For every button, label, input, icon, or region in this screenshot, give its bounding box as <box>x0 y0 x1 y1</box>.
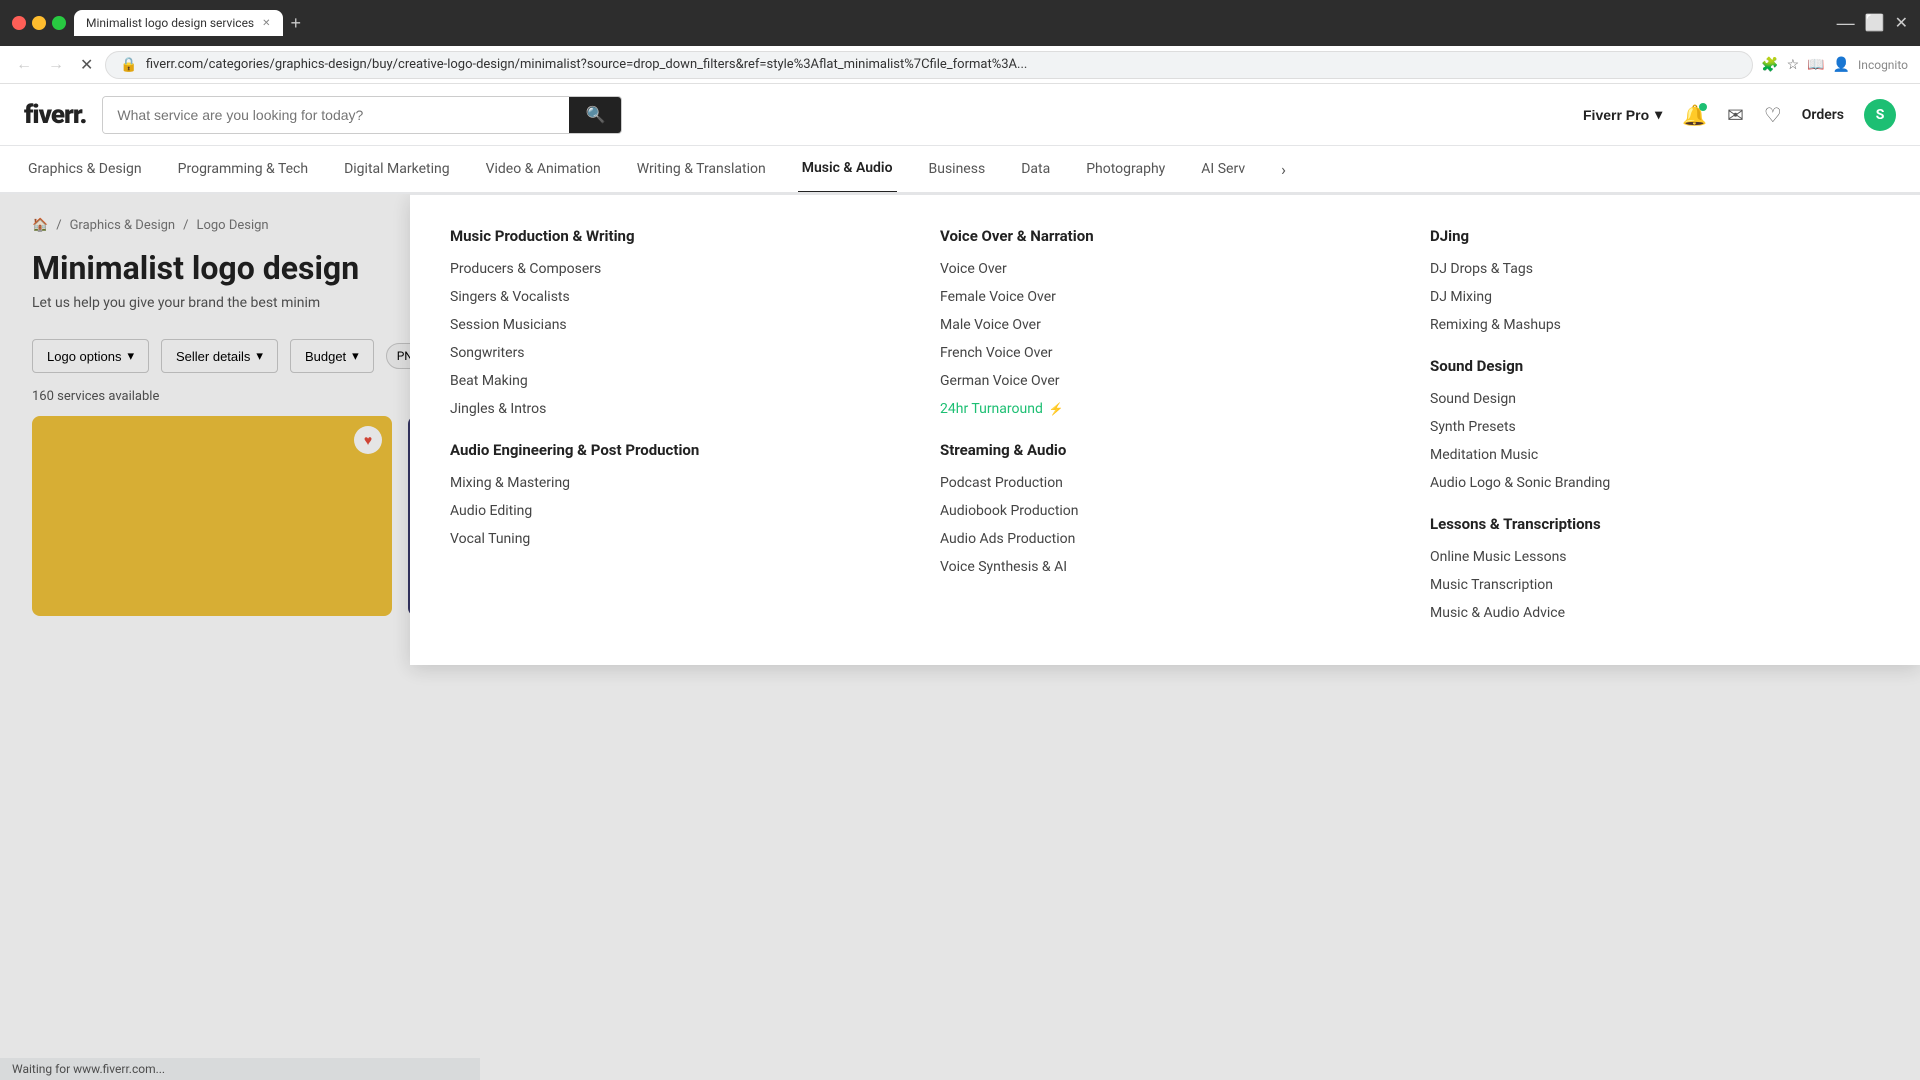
notifications-icon[interactable]: 🔔 <box>1682 103 1707 127</box>
window-controls <box>12 16 66 30</box>
nav-more-icon[interactable]: › <box>1281 160 1286 179</box>
page-area: 🏠 / Graphics & Design / Logo Design Mini… <box>0 194 1920 1080</box>
close-browser-button[interactable]: ✕ <box>1895 13 1908 33</box>
browser-chrome: Minimalist logo design services ✕ + — ⬜ … <box>0 0 1920 46</box>
forward-button[interactable]: → <box>44 52 68 78</box>
active-tab[interactable]: Minimalist logo design services ✕ <box>74 10 283 36</box>
browser-actions: 🧩 ☆ 📖 👤 Incognito <box>1761 56 1908 73</box>
logo-dot: . <box>80 100 87 130</box>
menu-item-jingles[interactable]: Jingles & Intros <box>450 401 900 417</box>
search-bar: 🔍 <box>102 96 622 134</box>
lock-icon: 🔒 <box>120 57 137 73</box>
menu-item-podcast[interactable]: Podcast Production <box>940 475 1390 491</box>
menu-col-3: DJing DJ Drops & Tags DJ Mixing Remixing… <box>1430 227 1880 633</box>
menu-item-synth-presets[interactable]: Synth Presets <box>1430 419 1880 435</box>
extensions-button[interactable]: 🧩 <box>1761 56 1778 73</box>
url-text: fiverr.com/categories/graphics-design/bu… <box>146 57 1738 72</box>
minimize-window-button[interactable] <box>32 16 46 30</box>
menu-col-1: Music Production & Writing Producers & C… <box>450 227 900 633</box>
url-bar[interactable]: 🔒 fiverr.com/categories/graphics-design/… <box>105 51 1753 79</box>
lessons-transcriptions-title: Lessons & Transcriptions <box>1430 515 1880 533</box>
menu-item-24hr[interactable]: 24hr Turnaround ⚡ <box>940 401 1390 417</box>
nav-item-digital-marketing[interactable]: Digital Marketing <box>340 146 453 193</box>
menu-item-female-voice[interactable]: Female Voice Over <box>940 289 1390 305</box>
nav-bar: Graphics & Design Programming & Tech Dig… <box>0 146 1920 194</box>
streaming-audio-title: Streaming & Audio <box>940 441 1390 459</box>
menu-item-dj-drops[interactable]: DJ Drops & Tags <box>1430 261 1880 277</box>
nav-item-programming[interactable]: Programming & Tech <box>174 146 312 193</box>
menu-item-dj-mixing[interactable]: DJ Mixing <box>1430 289 1880 305</box>
fiverr-logo[interactable]: fiverr. <box>24 100 86 130</box>
reader-button[interactable]: 📖 <box>1807 56 1824 73</box>
voice-over-title: Voice Over & Narration <box>940 227 1390 245</box>
reload-button[interactable]: ✕ <box>76 51 97 79</box>
menu-item-meditation-music[interactable]: Meditation Music <box>1430 447 1880 463</box>
menu-item-sound-design[interactable]: Sound Design <box>1430 391 1880 407</box>
menu-item-audio-ads[interactable]: Audio Ads Production <box>940 531 1390 547</box>
menu-item-beat-making[interactable]: Beat Making <box>450 373 900 389</box>
menu-item-remixing[interactable]: Remixing & Mashups <box>1430 317 1880 333</box>
profile-button[interactable]: 👤 <box>1833 56 1850 73</box>
menu-item-french-voice[interactable]: French Voice Over <box>940 345 1390 361</box>
audio-engineering-title: Audio Engineering & Post Production <box>450 441 900 459</box>
music-production-title: Music Production & Writing <box>450 227 900 245</box>
nav-item-video[interactable]: Video & Animation <box>482 146 605 193</box>
orders-button[interactable]: Orders <box>1802 107 1844 123</box>
tab-close-icon[interactable]: ✕ <box>262 18 270 29</box>
menu-item-audiobook[interactable]: Audiobook Production <box>940 503 1390 519</box>
site-header: fiverr. 🔍 Fiverr Pro ▾ 🔔 ✉ ♡ Orders S <box>0 84 1920 146</box>
minimize-browser-button[interactable]: — <box>1837 13 1855 34</box>
address-bar: ← → ✕ 🔒 fiverr.com/categories/graphics-d… <box>0 46 1920 84</box>
sound-design-title: Sound Design <box>1430 357 1880 375</box>
nav-item-writing[interactable]: Writing & Translation <box>633 146 770 193</box>
back-button[interactable]: ← <box>12 52 36 78</box>
nav-item-photography[interactable]: Photography <box>1082 146 1169 193</box>
nav-item-music[interactable]: Music & Audio <box>798 146 897 193</box>
header-right: Fiverr Pro ▾ 🔔 ✉ ♡ Orders S <box>1583 99 1896 131</box>
menu-item-vocal-tuning[interactable]: Vocal Tuning <box>450 531 900 547</box>
nav-item-ai[interactable]: AI Serv <box>1197 146 1249 193</box>
menu-item-producers[interactable]: Producers & Composers <box>450 261 900 277</box>
nav-item-business[interactable]: Business <box>925 146 990 193</box>
bookmark-button[interactable]: ☆ <box>1787 56 1800 73</box>
menu-item-audio-editing[interactable]: Audio Editing <box>450 503 900 519</box>
menu-item-music-advice[interactable]: Music & Audio Advice <box>1430 605 1880 621</box>
menu-item-session-musicians[interactable]: Session Musicians <box>450 317 900 333</box>
maximize-window-button[interactable] <box>52 16 66 30</box>
incognito-label: Incognito <box>1858 58 1908 72</box>
menu-item-songwriters[interactable]: Songwriters <box>450 345 900 361</box>
close-window-button[interactable] <box>12 16 26 30</box>
menu-item-german-voice[interactable]: German Voice Over <box>940 373 1390 389</box>
nav-item-data[interactable]: Data <box>1017 146 1054 193</box>
avatar[interactable]: S <box>1864 99 1896 131</box>
fiverr-pro-button[interactable]: Fiverr Pro ▾ <box>1583 106 1662 123</box>
tab-bar: Minimalist logo design services ✕ + <box>74 10 1829 36</box>
fiverr-pro-label: Fiverr Pro <box>1583 107 1649 123</box>
menu-item-voice-synthesis[interactable]: Voice Synthesis & AI <box>940 559 1390 575</box>
menu-item-voice-over[interactable]: Voice Over <box>940 261 1390 277</box>
menu-item-online-lessons[interactable]: Online Music Lessons <box>1430 549 1880 565</box>
menu-item-singers[interactable]: Singers & Vocalists <box>450 289 900 305</box>
chevron-down-icon: ▾ <box>1655 106 1662 123</box>
messages-icon[interactable]: ✉ <box>1727 103 1744 127</box>
menu-item-mixing[interactable]: Mixing & Mastering <box>450 475 900 491</box>
logo-text: fiverr <box>24 100 80 130</box>
menu-col-2: Voice Over & Narration Voice Over Female… <box>940 227 1390 633</box>
notification-dot <box>1699 103 1707 111</box>
lightning-icon: ⚡ <box>1049 402 1064 416</box>
fiverr-site: fiverr. 🔍 Fiverr Pro ▾ 🔔 ✉ ♡ Orders S Gr… <box>0 84 1920 1080</box>
favorites-icon[interactable]: ♡ <box>1764 103 1782 127</box>
tab-title: Minimalist logo design services <box>86 16 254 30</box>
nav-item-graphics[interactable]: Graphics & Design <box>24 146 146 193</box>
24hr-label: 24hr Turnaround <box>940 401 1043 417</box>
search-button[interactable]: 🔍 <box>569 97 621 133</box>
menu-item-music-transcription[interactable]: Music Transcription <box>1430 577 1880 593</box>
menu-item-audio-logo[interactable]: Audio Logo & Sonic Branding <box>1430 475 1880 491</box>
menu-item-male-voice[interactable]: Male Voice Over <box>940 317 1390 333</box>
search-input[interactable] <box>103 97 569 133</box>
mega-menu: Music Production & Writing Producers & C… <box>410 194 1920 665</box>
new-tab-button[interactable]: + <box>287 13 306 34</box>
restore-browser-button[interactable]: ⬜ <box>1865 13 1885 33</box>
djing-title: DJing <box>1430 227 1880 245</box>
